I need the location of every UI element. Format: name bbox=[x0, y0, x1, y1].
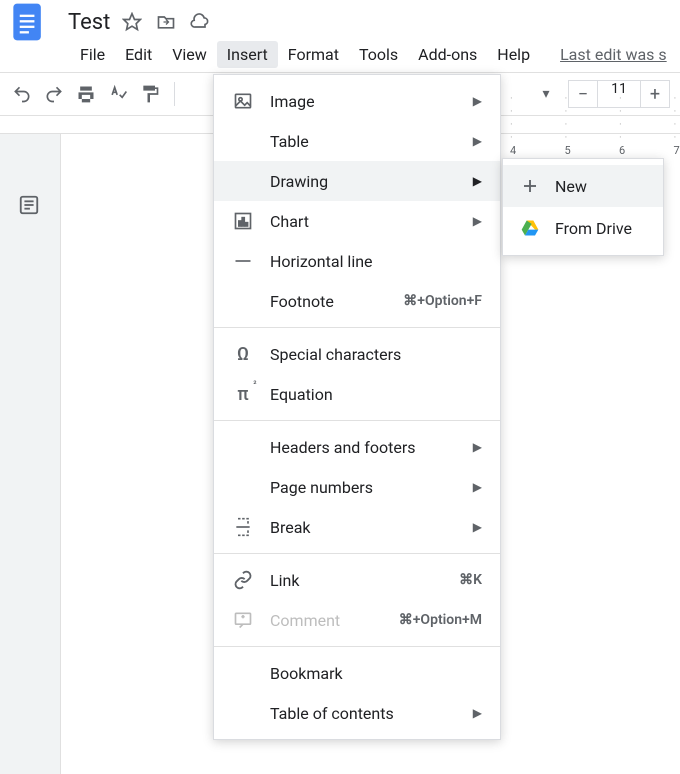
menu-item-break[interactable]: Break ▶ bbox=[214, 507, 500, 547]
ruler-mark: 7 bbox=[674, 92, 680, 157]
submenu-arrow-icon: ▶ bbox=[473, 134, 482, 148]
menu-divider bbox=[214, 327, 500, 328]
pi-icon: π² bbox=[232, 383, 254, 405]
menubar-item-insert[interactable]: Insert bbox=[217, 41, 278, 68]
submenu-item-new[interactable]: New bbox=[503, 165, 663, 207]
menu-item-table[interactable]: Table ▶ bbox=[214, 121, 500, 161]
menu-shortcut: ⌘K bbox=[459, 572, 482, 588]
menu-divider bbox=[214, 646, 500, 647]
menu-item-link[interactable]: Link⌘K bbox=[214, 560, 500, 600]
menubar-item-view[interactable]: View bbox=[162, 41, 217, 68]
menu-item-label: Horizontal line bbox=[270, 252, 482, 271]
menu-item-horizontal-line[interactable]: Horizontal line bbox=[214, 241, 500, 281]
menu-item-label: Break bbox=[270, 518, 465, 537]
submenu-item-label: From Drive bbox=[555, 219, 632, 238]
blank-icon bbox=[232, 476, 254, 498]
fontsize-decrease-button[interactable]: − bbox=[568, 80, 598, 108]
chart-icon bbox=[232, 210, 254, 232]
menu-item-label: Special characters bbox=[270, 345, 482, 364]
print-button[interactable] bbox=[74, 82, 98, 106]
submenu-arrow-icon: ▶ bbox=[473, 440, 482, 454]
menu-item-drawing[interactable]: Drawing ▶ bbox=[214, 161, 500, 201]
hline-icon bbox=[232, 250, 254, 272]
document-outline-icon[interactable] bbox=[18, 194, 42, 218]
menu-item-comment: Comment⌘+Option+M bbox=[214, 600, 500, 640]
menubar-item-add-ons[interactable]: Add-ons bbox=[408, 41, 487, 68]
blank-icon bbox=[232, 662, 254, 684]
font-dropdown-arrow[interactable]: ▾ bbox=[534, 82, 558, 106]
star-icon[interactable] bbox=[122, 12, 142, 32]
menu-item-label: Chart bbox=[270, 212, 465, 231]
last-edit-link[interactable]: Last edit was s bbox=[560, 45, 667, 64]
submenu-arrow-icon: ▶ bbox=[473, 174, 482, 188]
submenu-arrow-icon: ▶ bbox=[473, 480, 482, 494]
undo-button[interactable] bbox=[10, 82, 34, 106]
menu-item-label: Page numbers bbox=[270, 478, 465, 497]
image-icon bbox=[232, 90, 254, 112]
menu-item-label: Footnote bbox=[270, 292, 403, 311]
redo-button[interactable] bbox=[42, 82, 66, 106]
menubar-item-format[interactable]: Format bbox=[278, 41, 349, 68]
omega-icon: Ω bbox=[232, 343, 254, 365]
comment-icon bbox=[232, 609, 254, 631]
menubar: FileEditViewInsertFormatToolsAdd-onsHelp… bbox=[0, 38, 680, 70]
submenu-arrow-icon: ▶ bbox=[473, 520, 482, 534]
submenu-item-label: New bbox=[555, 177, 587, 196]
document-title[interactable]: Test bbox=[68, 10, 110, 35]
submenu-item-from-drive[interactable]: From Drive bbox=[503, 207, 663, 249]
menu-item-image[interactable]: Image ▶ bbox=[214, 81, 500, 121]
menu-item-label: Equation bbox=[270, 385, 482, 404]
menu-item-label: Link bbox=[270, 571, 459, 590]
menubar-item-file[interactable]: File bbox=[70, 41, 115, 68]
blank-icon bbox=[232, 130, 254, 152]
move-icon[interactable] bbox=[156, 12, 176, 32]
paint-format-button[interactable] bbox=[138, 82, 162, 106]
menu-item-headers-and-footers[interactable]: Headers and footers ▶ bbox=[214, 427, 500, 467]
break-icon bbox=[232, 516, 254, 538]
drawing-submenu: New From Drive bbox=[502, 158, 664, 256]
submenu-arrow-icon: ▶ bbox=[473, 706, 482, 720]
menubar-item-edit[interactable]: Edit bbox=[115, 41, 162, 68]
menu-item-label: Drawing bbox=[270, 172, 465, 191]
menu-divider bbox=[214, 420, 500, 421]
menu-shortcut: ⌘+Option+F bbox=[403, 293, 482, 309]
menu-item-label: Bookmark bbox=[270, 664, 482, 683]
blank-icon bbox=[232, 290, 254, 312]
spellcheck-button[interactable] bbox=[106, 82, 130, 106]
menu-item-label: Comment bbox=[270, 611, 399, 630]
submenu-arrow-icon: ▶ bbox=[473, 94, 482, 108]
menubar-item-help[interactable]: Help bbox=[487, 41, 540, 68]
submenu-arrow-icon: ▶ bbox=[473, 214, 482, 228]
link-icon bbox=[232, 569, 254, 591]
menu-item-chart[interactable]: Chart ▶ bbox=[214, 201, 500, 241]
menu-divider bbox=[214, 553, 500, 554]
ruler-mark: 4 bbox=[510, 92, 517, 157]
menu-item-equation[interactable]: π² Equation bbox=[214, 374, 500, 414]
menu-item-bookmark[interactable]: Bookmark bbox=[214, 653, 500, 693]
menu-item-label: Table bbox=[270, 132, 465, 151]
plus-icon bbox=[519, 175, 541, 197]
menu-item-footnote[interactable]: Footnote⌘+Option+F bbox=[214, 281, 500, 321]
menu-item-page-numbers[interactable]: Page numbers ▶ bbox=[214, 467, 500, 507]
ruler-mark: 5 bbox=[565, 92, 572, 157]
ruler-mark: 6 bbox=[619, 92, 626, 157]
menu-item-table-of-contents[interactable]: Table of contents ▶ bbox=[214, 693, 500, 733]
menu-item-special-characters[interactable]: Ω Special characters bbox=[214, 334, 500, 374]
blank-icon bbox=[232, 436, 254, 458]
blank-icon bbox=[232, 170, 254, 192]
toolbar-separator bbox=[174, 82, 175, 106]
menu-shortcut: ⌘+Option+M bbox=[399, 612, 482, 628]
menubar-item-tools[interactable]: Tools bbox=[349, 41, 408, 68]
blank-icon bbox=[232, 702, 254, 724]
drive-icon bbox=[519, 217, 541, 239]
menu-item-label: Headers and footers bbox=[270, 438, 465, 457]
insert-menu: Image ▶ Table ▶ Drawing ▶ Chart ▶ Horizontal lin… bbox=[213, 74, 501, 740]
fontsize-increase-button[interactable]: + bbox=[640, 80, 670, 108]
menu-item-label: Image bbox=[270, 92, 465, 111]
cloud-status-icon[interactable] bbox=[190, 12, 210, 32]
menu-item-label: Table of contents bbox=[270, 704, 465, 723]
